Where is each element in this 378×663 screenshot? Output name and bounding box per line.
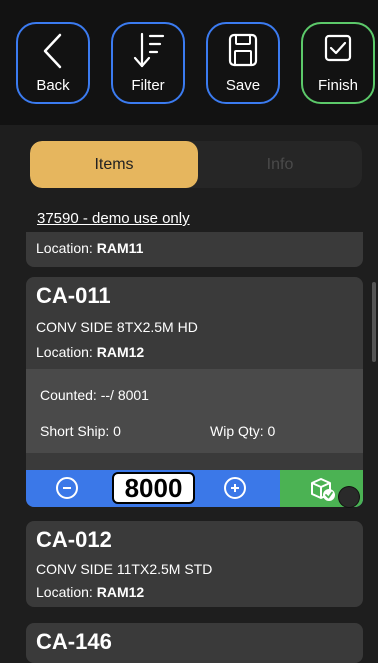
item-location: Location: RAM12	[36, 584, 145, 600]
finish-label: Finish	[317, 77, 358, 94]
chevron-left-icon	[43, 33, 62, 69]
wip-qty-value: Wip Qty: 0	[210, 423, 276, 439]
filter-button[interactable]: Filter	[111, 22, 185, 104]
item-description: CONV SIDE 11TX2.5M STD	[36, 561, 213, 577]
item-location: Location: RAM11	[36, 240, 144, 256]
item-code: CA-012	[36, 527, 112, 552]
save-label: Save	[225, 77, 261, 94]
item-details: Counted: --/ 8001 Short Ship: 0 Wip Qty:…	[26, 369, 363, 453]
back-label: Back	[36, 77, 70, 94]
tab-info[interactable]: Info	[198, 141, 362, 188]
finish-button[interactable]: Finish	[301, 22, 375, 104]
toolbar: Back Filter Save Finish	[0, 0, 378, 125]
tab-bar: Items Info	[30, 141, 362, 188]
filter-label: Filter	[131, 77, 165, 94]
counted-value: Counted: --/ 8001	[40, 387, 149, 403]
back-button[interactable]: Back	[16, 22, 90, 104]
filter-sort-icon	[133, 32, 165, 68]
box-check-icon	[310, 477, 335, 501]
short-ship-value: Short Ship: 0	[40, 423, 121, 439]
minus-circle-icon[interactable]	[56, 477, 78, 499]
tab-items[interactable]: Items	[30, 141, 198, 188]
item-card-next[interactable]: CA-012 CONV SIDE 11TX2.5M STD Location: …	[26, 521, 363, 607]
floppy-disk-icon	[228, 33, 258, 67]
item-card-active[interactable]: CA-011 CONV SIDE 8TX2.5M HD Location: RA…	[26, 277, 363, 507]
checkbox-icon	[324, 34, 352, 62]
scrollbar[interactable]	[372, 282, 376, 362]
item-location: Location: RAM12	[36, 344, 145, 360]
item-code: CA-011	[36, 283, 111, 308]
document-link[interactable]: 37590 - demo use only	[37, 210, 190, 227]
item-card-previous[interactable]: Location: RAM11	[26, 232, 363, 267]
quantity-input[interactable]	[112, 472, 195, 504]
plus-circle-icon[interactable]	[224, 477, 246, 499]
item-card-last[interactable]: CA-146	[26, 623, 363, 663]
item-code: CA-146	[36, 629, 112, 654]
quantity-stepper	[26, 470, 363, 507]
floating-indicator[interactable]	[339, 487, 359, 507]
item-description: CONV SIDE 8TX2.5M HD	[36, 319, 198, 335]
save-button[interactable]: Save	[206, 22, 280, 104]
